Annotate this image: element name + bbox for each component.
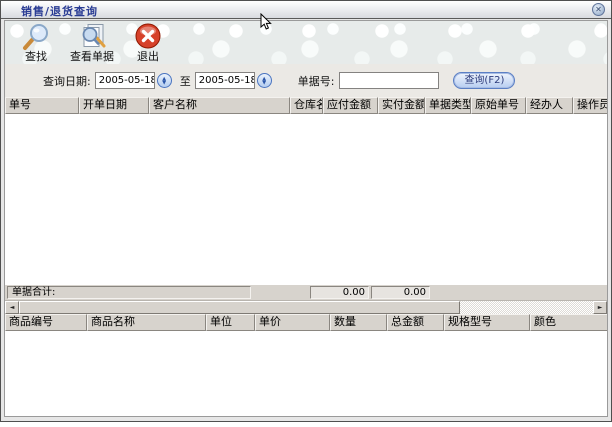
items-col-quantity[interactable]: 数量 xyxy=(330,314,387,331)
view-document-button[interactable]: 查看单据 xyxy=(69,23,115,63)
orders-col-payable[interactable]: 应付金额 xyxy=(323,97,378,114)
totals-bar: 单据合计: 0.00 0.00 xyxy=(5,284,607,300)
horizontal-scrollbar[interactable]: ◄ ► xyxy=(5,300,607,314)
doc-no-label: 单据号: xyxy=(298,73,335,89)
exit-button-label: 退出 xyxy=(137,51,159,63)
orders-col-paid[interactable]: 实付金额 xyxy=(378,97,425,114)
search-magnifier-icon xyxy=(21,23,51,51)
date-to-spinner[interactable]: ▲ ▼ xyxy=(257,73,272,88)
close-icon[interactable]: ✕ xyxy=(592,3,605,16)
scrollbar-thumb[interactable] xyxy=(19,301,460,314)
date-to-input[interactable] xyxy=(195,72,255,89)
app-window: 销售/退货查询 ✕ 查找 查看单据 xyxy=(0,0,612,422)
find-button-label: 查找 xyxy=(25,51,47,63)
orders-col-operator[interactable]: 操作员 xyxy=(573,97,607,114)
query-button[interactable]: 查询(F2) xyxy=(453,72,515,89)
scrollbar-track[interactable] xyxy=(460,301,593,314)
orders-col-customer[interactable]: 客户名称 xyxy=(149,97,290,114)
items-col-total-amount[interactable]: 总金额 xyxy=(387,314,444,331)
window-title: 销售/退货查询 xyxy=(21,3,98,19)
title-bar[interactable]: 销售/退货查询 ✕ xyxy=(1,1,611,19)
spinner-down-icon: ▼ xyxy=(162,81,166,85)
orders-col-original-no[interactable]: 原始单号 xyxy=(471,97,526,114)
totals-payable-value: 0.00 xyxy=(310,286,369,299)
totals-label: 单据合计: xyxy=(7,286,251,299)
totals-paid-value: 0.00 xyxy=(371,286,430,299)
view-document-button-label: 查看单据 xyxy=(70,51,114,63)
find-button[interactable]: 查找 xyxy=(13,23,59,63)
orders-col-handler[interactable]: 经办人 xyxy=(526,97,573,114)
items-col-product-code[interactable]: 商品编号 xyxy=(5,314,87,331)
orders-col-doc-type[interactable]: 单据类型 xyxy=(425,97,471,114)
items-col-spec-model[interactable]: 规格型号 xyxy=(444,314,530,331)
items-table-header: 商品编号 商品名称 单位 单价 数量 总金额 规格型号 颜色 xyxy=(5,314,607,331)
scroll-left-icon[interactable]: ◄ xyxy=(5,301,19,314)
query-date-label: 查询日期: xyxy=(43,73,91,89)
items-col-product-name[interactable]: 商品名称 xyxy=(87,314,206,331)
exit-button[interactable]: 退出 xyxy=(125,23,171,63)
spinner-down-icon: ▼ xyxy=(262,81,266,85)
date-from-spinner[interactable]: ▲ ▼ xyxy=(157,73,172,88)
orders-table-body[interactable] xyxy=(5,114,607,284)
items-col-color[interactable]: 颜色 xyxy=(530,314,607,331)
view-document-magnifier-icon xyxy=(77,23,107,51)
query-bar: 查询日期: ▲ ▼ 至 ▲ ▼ 单据号: 查询(F2) xyxy=(5,64,607,97)
orders-col-warehouse[interactable]: 仓库名称 xyxy=(290,97,323,114)
date-from-input[interactable] xyxy=(95,72,155,89)
items-col-unit-price[interactable]: 单价 xyxy=(255,314,330,331)
orders-col-order-no[interactable]: 单号 xyxy=(5,97,79,114)
scroll-right-icon[interactable]: ► xyxy=(593,301,607,314)
client-area: 查找 查看单据 退出 xyxy=(4,20,608,417)
orders-col-date[interactable]: 开单日期 xyxy=(79,97,149,114)
toolbar: 查找 查看单据 退出 xyxy=(5,21,607,64)
date-to-label: 至 xyxy=(180,73,191,89)
doc-no-input[interactable] xyxy=(339,72,439,89)
orders-table-header: 单号 开单日期 客户名称 仓库名称 应付金额 实付金额 单据类型 原始单号 经办… xyxy=(5,97,607,114)
items-col-unit[interactable]: 单位 xyxy=(206,314,255,331)
exit-red-x-icon xyxy=(133,23,163,51)
items-table-body[interactable] xyxy=(5,331,607,416)
